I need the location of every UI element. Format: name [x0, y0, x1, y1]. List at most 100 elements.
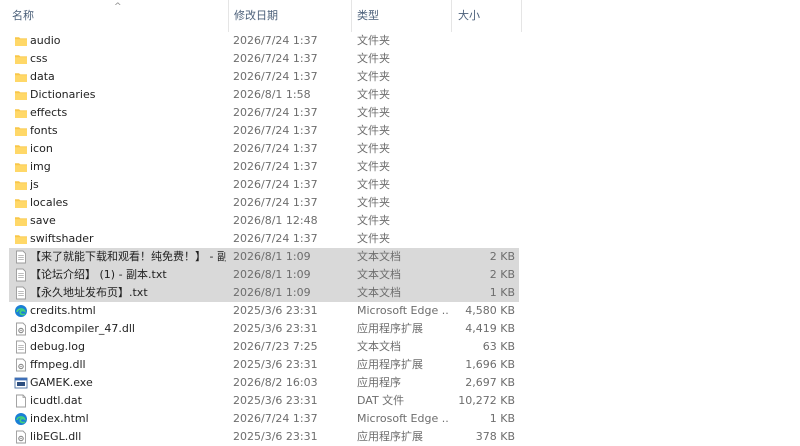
- file-row[interactable]: data 2026/7/24 1:37 文件夹: [9, 68, 519, 86]
- file-size: 2 KB: [489, 250, 515, 263]
- file-type: 文本文档: [357, 286, 401, 299]
- file-type: 文件夹: [357, 52, 390, 65]
- file-name: debug.log: [30, 340, 85, 353]
- file-name: GAMEK.exe: [30, 376, 93, 389]
- file-type: DAT 文件: [357, 394, 405, 407]
- file-row[interactable]: Dictionaries 2026/8/1 1:58 文件夹: [9, 86, 519, 104]
- file-date: 2026/7/24 1:37: [233, 178, 318, 191]
- file-row[interactable]: 【来了就能下载和观看！纯免费！】 - 副... 2026/8/1 1:09 文本文档…: [9, 248, 519, 266]
- text-file-icon: [14, 268, 28, 282]
- file-size: 1 KB: [489, 286, 515, 299]
- file-name: locales: [30, 196, 69, 209]
- file-size: 2,697 KB: [465, 376, 515, 389]
- file-size: 1,696 KB: [465, 358, 515, 371]
- file-type: 文件夹: [357, 178, 390, 191]
- file-name: audio: [30, 34, 61, 47]
- column-header-type[interactable]: 类型: [352, 0, 452, 32]
- file-row[interactable]: GAMEK.exe 2026/8/2 16:03 应用程序 2,697 KB: [9, 374, 519, 392]
- folder-icon: [14, 196, 28, 210]
- column-header-size[interactable]: 大小: [452, 0, 522, 32]
- edge-icon: [14, 304, 28, 318]
- folder-icon: [14, 160, 28, 174]
- file-size: [449, 104, 515, 122]
- file-size: 63 KB: [482, 340, 515, 353]
- file-row[interactable]: icon 2026/7/24 1:37 文件夹: [9, 140, 519, 158]
- dll-icon: [14, 430, 28, 444]
- file-row[interactable]: swiftshader 2026/7/24 1:37 文件夹: [9, 230, 519, 248]
- text-file-icon: [14, 340, 28, 354]
- file-name: ffmpeg.dll: [30, 358, 86, 371]
- file-row[interactable]: ffmpeg.dll 2025/3/6 23:31 应用程序扩展 1,696 KB: [9, 356, 519, 374]
- file-row[interactable]: js 2026/7/24 1:37 文件夹: [9, 176, 519, 194]
- dll-icon: [14, 358, 28, 372]
- file-date: 2025/3/6 23:31: [233, 304, 318, 317]
- file-size: [449, 140, 515, 158]
- column-header-date[interactable]: 修改日期: [229, 0, 352, 32]
- file-date: 2026/7/24 1:37: [233, 196, 318, 209]
- file-row[interactable]: img 2026/7/24 1:37 文件夹: [9, 158, 519, 176]
- file-row[interactable]: debug.log 2026/7/23 7:25 文本文档 63 KB: [9, 338, 519, 356]
- file-date: 2026/8/1 12:48: [233, 214, 318, 227]
- file-name: 【永久地址发布页】.txt: [30, 286, 148, 299]
- file-type: 文件夹: [357, 232, 390, 245]
- file-size: [449, 32, 515, 50]
- file-row[interactable]: locales 2026/7/24 1:37 文件夹: [9, 194, 519, 212]
- file-date: 2026/7/24 1:37: [233, 412, 318, 425]
- file-name: data: [30, 70, 55, 83]
- file-type: 文本文档: [357, 250, 401, 263]
- file-row[interactable]: d3dcompiler_47.dll 2025/3/6 23:31 应用程序扩展 4,…: [9, 320, 519, 338]
- file-date: 2026/7/24 1:37: [233, 142, 318, 155]
- file-row[interactable]: fonts 2026/7/24 1:37 文件夹: [9, 122, 519, 140]
- file-date: 2025/3/6 23:31: [233, 358, 318, 371]
- file-name: index.html: [30, 412, 89, 425]
- file-name: icon: [30, 142, 53, 155]
- file-date: 2026/8/2 16:03: [233, 376, 318, 389]
- file-name: icudtl.dat: [30, 394, 82, 407]
- file-row[interactable]: css 2026/7/24 1:37 文件夹: [9, 50, 519, 68]
- folder-icon: [14, 232, 28, 246]
- file-row[interactable]: effects 2026/7/24 1:37 文件夹: [9, 104, 519, 122]
- file-type: 文件夹: [357, 124, 390, 137]
- file-name: js: [30, 178, 39, 191]
- file-row[interactable]: 【论坛介绍】 (1) - 副本.txt 2026/8/1 1:09 文本文档 2 KB: [9, 266, 519, 284]
- file-name: img: [30, 160, 51, 173]
- file-date: 2026/8/1 1:09: [233, 250, 311, 263]
- file-date: 2026/8/1 1:09: [233, 268, 311, 281]
- file-name: 【来了就能下载和观看！纯免费！】 - 副...: [30, 250, 226, 263]
- file-date: 2026/8/1 1:09: [233, 286, 311, 299]
- file-type: 文件夹: [357, 70, 390, 83]
- file-date: 2025/3/6 23:31: [233, 430, 318, 443]
- folder-icon: [14, 106, 28, 120]
- file-size: [449, 86, 515, 104]
- file-size: [449, 50, 515, 68]
- file-name: Dictionaries: [30, 88, 96, 101]
- file-size: [449, 158, 515, 176]
- file-type: 应用程序扩展: [357, 358, 423, 371]
- file-size: 4,419 KB: [465, 322, 515, 335]
- file-name: swiftshader: [30, 232, 94, 245]
- file-row[interactable]: 【永久地址发布页】.txt 2026/8/1 1:09 文本文档 1 KB: [9, 284, 519, 302]
- column-header-name[interactable]: 名称 ^: [0, 0, 229, 32]
- file-type: 应用程序扩展: [357, 430, 423, 443]
- file-type: 文本文档: [357, 340, 401, 353]
- file-date: 2026/7/24 1:37: [233, 232, 318, 245]
- file-date: 2026/7/24 1:37: [233, 106, 318, 119]
- folder-icon: [14, 142, 28, 156]
- file-name: d3dcompiler_47.dll: [30, 322, 135, 335]
- file-size: [449, 176, 515, 194]
- file-row[interactable]: libEGL.dll 2025/3/6 23:31 应用程序扩展 378 KB: [9, 428, 519, 446]
- file-name: effects: [30, 106, 68, 119]
- file-row[interactable]: audio 2026/7/24 1:37 文件夹: [9, 32, 519, 50]
- file-size: 1 KB: [489, 412, 515, 425]
- file-size: [449, 230, 515, 248]
- file-size: [449, 212, 515, 230]
- exe-icon: [14, 376, 28, 390]
- file-row[interactable]: icudtl.dat 2025/3/6 23:31 DAT 文件 10,272 KB: [9, 392, 519, 410]
- folder-icon: [14, 178, 28, 192]
- file-name: credits.html: [30, 304, 96, 317]
- file-row[interactable]: save 2026/8/1 12:48 文件夹: [9, 212, 519, 230]
- file-date: 2026/7/24 1:37: [233, 52, 318, 65]
- file-row[interactable]: credits.html 2025/3/6 23:31 Microsoft Edge…: [9, 302, 519, 320]
- file-row[interactable]: index.html 2026/7/24 1:37 Microsoft Edge .…: [9, 410, 519, 428]
- file-size: 2 KB: [489, 268, 515, 281]
